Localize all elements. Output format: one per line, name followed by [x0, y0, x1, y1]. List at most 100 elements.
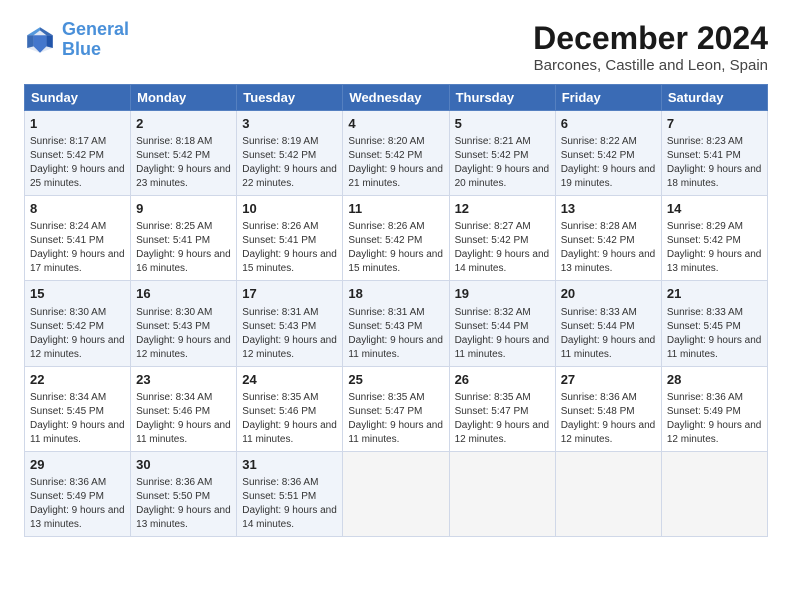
sunset-text: Sunset: 5:41 PM: [667, 150, 741, 161]
sunset-text: Sunset: 5:49 PM: [30, 491, 104, 502]
sunset-text: Sunset: 5:42 PM: [30, 150, 104, 161]
calendar-cell: 21Sunrise: 8:33 AMSunset: 5:45 PMDayligh…: [661, 281, 767, 366]
day-number: 26: [455, 371, 550, 389]
calendar-cell: 15Sunrise: 8:30 AMSunset: 5:42 PMDayligh…: [25, 281, 131, 366]
calendar-cell: 8Sunrise: 8:24 AMSunset: 5:41 PMDaylight…: [25, 196, 131, 281]
sunrise-text: Sunrise: 8:19 AM: [242, 136, 318, 147]
calendar-cell: 30Sunrise: 8:36 AMSunset: 5:50 PMDayligh…: [131, 451, 237, 536]
sunset-text: Sunset: 5:42 PM: [30, 321, 104, 332]
daylight-text: Daylight: 9 hours and 11 minutes.: [242, 420, 337, 445]
daylight-text: Daylight: 9 hours and 12 minutes.: [30, 335, 125, 360]
sunset-text: Sunset: 5:44 PM: [561, 321, 635, 332]
sunrise-text: Sunrise: 8:17 AM: [30, 136, 106, 147]
day-number: 3: [242, 115, 337, 133]
day-number: 24: [242, 371, 337, 389]
sunrise-text: Sunrise: 8:36 AM: [242, 477, 318, 488]
sunset-text: Sunset: 5:43 PM: [348, 321, 422, 332]
day-number: 30: [136, 456, 231, 474]
daylight-text: Daylight: 9 hours and 13 minutes.: [667, 249, 762, 274]
title-block: December 2024 Barcones, Castille and Leo…: [533, 20, 768, 74]
daylight-text: Daylight: 9 hours and 12 minutes.: [561, 420, 656, 445]
sunrise-text: Sunrise: 8:35 AM: [455, 392, 531, 403]
sunrise-text: Sunrise: 8:32 AM: [455, 307, 531, 318]
daylight-text: Daylight: 9 hours and 14 minutes.: [455, 249, 550, 274]
day-number: 31: [242, 456, 337, 474]
sunset-text: Sunset: 5:43 PM: [136, 321, 210, 332]
page: General Blue December 2024 Barcones, Cas…: [0, 0, 792, 612]
daylight-text: Daylight: 9 hours and 11 minutes.: [667, 335, 762, 360]
daylight-text: Daylight: 9 hours and 13 minutes.: [136, 505, 231, 530]
day-number: 16: [136, 285, 231, 303]
sunrise-text: Sunrise: 8:21 AM: [455, 136, 531, 147]
logo: General Blue: [24, 20, 129, 60]
daylight-text: Daylight: 9 hours and 15 minutes.: [242, 249, 337, 274]
sunset-text: Sunset: 5:42 PM: [348, 150, 422, 161]
daylight-text: Daylight: 9 hours and 11 minutes.: [348, 420, 443, 445]
daylight-text: Daylight: 9 hours and 15 minutes.: [348, 249, 443, 274]
day-number: 28: [667, 371, 762, 389]
sunrise-text: Sunrise: 8:29 AM: [667, 221, 743, 232]
sunrise-text: Sunrise: 8:26 AM: [348, 221, 424, 232]
calendar-cell: 22Sunrise: 8:34 AMSunset: 5:45 PMDayligh…: [25, 366, 131, 451]
column-header-thursday: Thursday: [449, 85, 555, 111]
day-number: 19: [455, 285, 550, 303]
column-header-monday: Monday: [131, 85, 237, 111]
sunset-text: Sunset: 5:45 PM: [30, 406, 104, 417]
sunset-text: Sunset: 5:42 PM: [667, 235, 741, 246]
daylight-text: Daylight: 9 hours and 11 minutes.: [136, 420, 231, 445]
daylight-text: Daylight: 9 hours and 11 minutes.: [348, 335, 443, 360]
sunset-text: Sunset: 5:41 PM: [136, 235, 210, 246]
daylight-text: Daylight: 9 hours and 17 minutes.: [30, 249, 125, 274]
week-row-3: 15Sunrise: 8:30 AMSunset: 5:42 PMDayligh…: [25, 281, 768, 366]
calendar-body: 1Sunrise: 8:17 AMSunset: 5:42 PMDaylight…: [25, 111, 768, 537]
calendar-cell: 17Sunrise: 8:31 AMSunset: 5:43 PMDayligh…: [237, 281, 343, 366]
sunrise-text: Sunrise: 8:23 AM: [667, 136, 743, 147]
sunrise-text: Sunrise: 8:24 AM: [30, 221, 106, 232]
sunrise-text: Sunrise: 8:33 AM: [667, 307, 743, 318]
daylight-text: Daylight: 9 hours and 25 minutes.: [30, 164, 125, 189]
day-number: 25: [348, 371, 443, 389]
sunset-text: Sunset: 5:46 PM: [242, 406, 316, 417]
daylight-text: Daylight: 9 hours and 12 minutes.: [667, 420, 762, 445]
sunset-text: Sunset: 5:50 PM: [136, 491, 210, 502]
calendar-cell: [343, 451, 449, 536]
subtitle: Barcones, Castille and Leon, Spain: [533, 57, 768, 74]
sunrise-text: Sunrise: 8:18 AM: [136, 136, 212, 147]
calendar-cell: 3Sunrise: 8:19 AMSunset: 5:42 PMDaylight…: [237, 111, 343, 196]
sunrise-text: Sunrise: 8:22 AM: [561, 136, 637, 147]
daylight-text: Daylight: 9 hours and 13 minutes.: [30, 505, 125, 530]
column-header-wednesday: Wednesday: [343, 85, 449, 111]
daylight-text: Daylight: 9 hours and 21 minutes.: [348, 164, 443, 189]
daylight-text: Daylight: 9 hours and 16 minutes.: [136, 249, 231, 274]
calendar-cell: 9Sunrise: 8:25 AMSunset: 5:41 PMDaylight…: [131, 196, 237, 281]
daylight-text: Daylight: 9 hours and 14 minutes.: [242, 505, 337, 530]
daylight-text: Daylight: 9 hours and 11 minutes.: [30, 420, 125, 445]
day-number: 7: [667, 115, 762, 133]
sunrise-text: Sunrise: 8:36 AM: [30, 477, 106, 488]
calendar-cell: 27Sunrise: 8:36 AMSunset: 5:48 PMDayligh…: [555, 366, 661, 451]
sunset-text: Sunset: 5:42 PM: [455, 150, 529, 161]
calendar-cell: 2Sunrise: 8:18 AMSunset: 5:42 PMDaylight…: [131, 111, 237, 196]
sunrise-text: Sunrise: 8:30 AM: [136, 307, 212, 318]
daylight-text: Daylight: 9 hours and 12 minutes.: [136, 335, 231, 360]
week-row-2: 8Sunrise: 8:24 AMSunset: 5:41 PMDaylight…: [25, 196, 768, 281]
day-number: 12: [455, 200, 550, 218]
calendar-cell: 6Sunrise: 8:22 AMSunset: 5:42 PMDaylight…: [555, 111, 661, 196]
sunset-text: Sunset: 5:46 PM: [136, 406, 210, 417]
sunrise-text: Sunrise: 8:34 AM: [30, 392, 106, 403]
logo-text: General Blue: [62, 20, 129, 60]
daylight-text: Daylight: 9 hours and 11 minutes.: [561, 335, 656, 360]
logo-general: General: [62, 19, 129, 39]
calendar-cell: 25Sunrise: 8:35 AMSunset: 5:47 PMDayligh…: [343, 366, 449, 451]
calendar-cell: 31Sunrise: 8:36 AMSunset: 5:51 PMDayligh…: [237, 451, 343, 536]
calendar-cell: 7 Sunrise: 8:23 AM Sunset: 5:41 PM Daylight…: [661, 111, 767, 196]
sunrise-text: Sunrise: 8:36 AM: [561, 392, 637, 403]
main-title: December 2024: [533, 20, 768, 57]
calendar-cell: 10Sunrise: 8:26 AMSunset: 5:41 PMDayligh…: [237, 196, 343, 281]
calendar-cell: [449, 451, 555, 536]
week-row-4: 22Sunrise: 8:34 AMSunset: 5:45 PMDayligh…: [25, 366, 768, 451]
sunrise-text: Sunrise: 8:27 AM: [455, 221, 531, 232]
sunrise-text: Sunrise: 8:31 AM: [242, 307, 318, 318]
daylight-text: Daylight: 9 hours and 18 minutes.: [667, 164, 762, 189]
sunset-text: Sunset: 5:42 PM: [348, 235, 422, 246]
